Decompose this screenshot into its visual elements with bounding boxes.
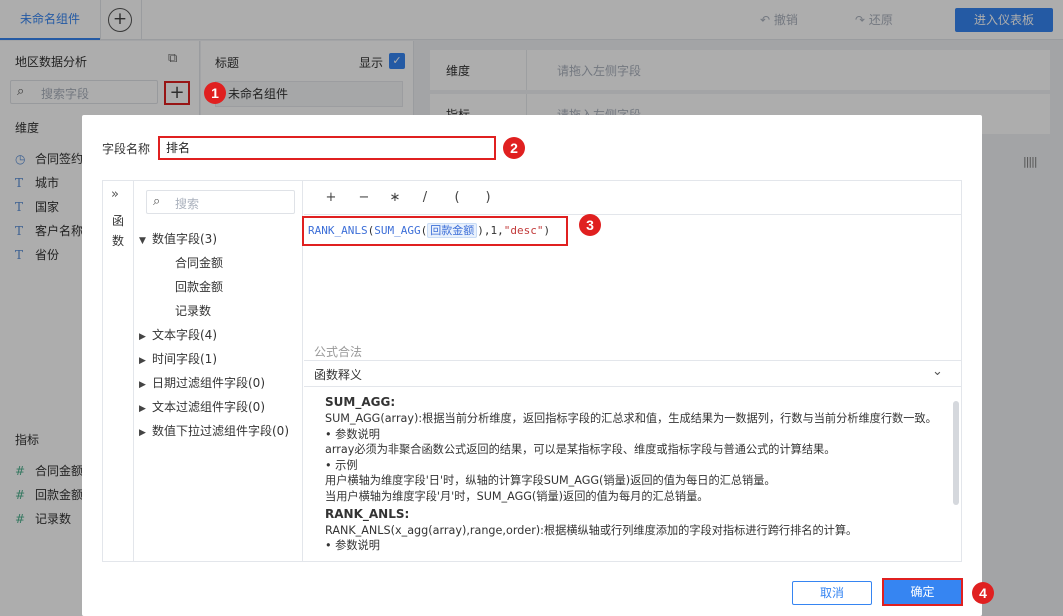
help-line: • 参数说明	[325, 539, 380, 553]
tree-leaf[interactable]: 记录数	[175, 302, 211, 319]
minus-operator-button[interactable]: −	[357, 190, 371, 205]
tree-group-label: 日期过滤组件字段(0)	[152, 376, 265, 390]
help-heading: RANK_ANLS:	[325, 506, 410, 521]
tree-group-text[interactable]: ▶ 文本字段(4)	[139, 326, 217, 343]
formula-args: ,1,	[483, 224, 504, 237]
tree-group-label: 文本过滤组件字段(0)	[152, 400, 265, 414]
help-line: array必须为非聚合函数公式返回的结果，可以是某指标字段、维度或指标字段与普通…	[325, 443, 836, 457]
function-help-title: 函数释义	[314, 368, 363, 382]
field-name-input[interactable]: 排名	[158, 136, 496, 160]
caret-right-icon: ▶	[139, 332, 146, 342]
chevron-down-icon: ⌄	[932, 364, 943, 379]
caret-right-icon: ▶	[139, 356, 146, 366]
caret-down-icon: ▼	[139, 236, 146, 246]
step-marker-4: 4	[972, 582, 994, 604]
formula-function-inner: SUM_AGG	[374, 224, 421, 237]
formula-dialog: 字段名称 排名 » 函数 ⌕ 搜索 ▼ 数值字段(3) 合同金额 回款金额 记录数…	[82, 115, 982, 616]
tree-group-text-filter[interactable]: ▶ 文本过滤组件字段(0)	[139, 398, 265, 415]
field-name-label: 字段名称	[102, 142, 151, 156]
help-line: • 参数说明	[325, 427, 380, 441]
tree-group-label: 数值字段(3)	[152, 232, 217, 246]
paren-close: )	[543, 224, 551, 237]
tree-search-input[interactable]: ⌕ 搜索	[146, 190, 295, 214]
field-tree: ⌕ 搜索 ▼ 数值字段(3) 合同金额 回款金额 记录数 ▶ 文本字段(4) ▶ 时间…	[135, 181, 303, 561]
search-icon: ⌕	[153, 194, 161, 209]
help-line: • 示例	[325, 458, 358, 472]
help-line: 当用户横轴为维度字段'月'时，SUM_AGG(销量)返回的值为每月的汇总销量。	[325, 489, 709, 503]
step-marker-3: 3	[579, 214, 601, 236]
function-help-header[interactable]: 函数释义 ⌄	[304, 360, 962, 387]
help-scrollbar[interactable]	[952, 389, 960, 559]
function-tab-label: 函数	[112, 214, 125, 248]
function-panel-toggle[interactable]: » 函数	[103, 181, 134, 561]
cancel-button[interactable]: 取消	[792, 581, 872, 605]
tree-group-number[interactable]: ▼ 数值字段(3)	[139, 230, 217, 247]
tree-leaf[interactable]: 回款金额	[175, 278, 223, 295]
step-marker-2: 2	[503, 137, 525, 159]
help-line: RANK_ANLS(x_agg(array),range,order):根据横纵…	[325, 523, 858, 537]
caret-right-icon: ▶	[139, 404, 146, 414]
multiply-operator-button[interactable]: ∗	[388, 190, 402, 205]
formula-function-outer: RANK_ANLS	[308, 224, 368, 237]
tree-group-label: 数值下拉过滤组件字段(0)	[152, 424, 289, 438]
caret-right-icon: ▶	[139, 380, 146, 390]
help-line: SUM_AGG(array):根据当前分析维度，返回指标字段的汇总求和值，生成结…	[325, 412, 937, 425]
plus-operator-button[interactable]: +	[324, 190, 338, 205]
tree-search-placeholder: 搜索	[175, 197, 200, 211]
right-paren-button[interactable]: )	[481, 190, 495, 205]
tree-group-label: 文本字段(4)	[152, 328, 217, 342]
step-marker-1: 1	[204, 82, 226, 104]
help-heading: SUM_AGG:	[325, 395, 396, 409]
tree-group-time[interactable]: ▶ 时间字段(1)	[139, 350, 217, 367]
paren-close: )	[477, 224, 484, 237]
formula-editor: » 函数 ⌕ 搜索 ▼ 数值字段(3) 合同金额 回款金额 记录数 ▶ 文本字段(4…	[102, 180, 962, 562]
formula-order-string: "desc"	[503, 224, 544, 237]
double-chevron-right-icon: »	[111, 187, 119, 202]
operator-toolbar: + − ∗ / ( )	[304, 181, 962, 215]
scrollbar-thumb[interactable]	[953, 401, 959, 505]
caret-right-icon: ▶	[139, 428, 146, 438]
formula-field-chip[interactable]: 回款金额	[427, 223, 478, 238]
confirm-button[interactable]: 确定	[882, 578, 963, 606]
left-paren-button[interactable]: (	[450, 190, 464, 205]
tree-group-number-dropdown-filter[interactable]: ▶ 数值下拉过滤组件字段(0)	[139, 422, 289, 439]
formula-input[interactable]: RANK_ANLS(SUM_AGG(回款金额),1,"desc")	[302, 216, 568, 246]
function-help-body: SUM_AGG: SUM_AGG(array):根据当前分析维度，返回指标字段的…	[304, 388, 944, 560]
tree-leaf[interactable]: 合同金额	[175, 254, 223, 271]
divide-operator-button[interactable]: /	[418, 190, 432, 205]
help-line: 用户横轴为维度字段'日'时，纵轴的计算字段SUM_AGG(销量)返回的值为每日的…	[325, 474, 776, 488]
formula-status: 公式合法	[314, 345, 363, 359]
tree-group-date-filter[interactable]: ▶ 日期过滤组件字段(0)	[139, 374, 265, 391]
tree-group-label: 时间字段(1)	[152, 352, 217, 366]
